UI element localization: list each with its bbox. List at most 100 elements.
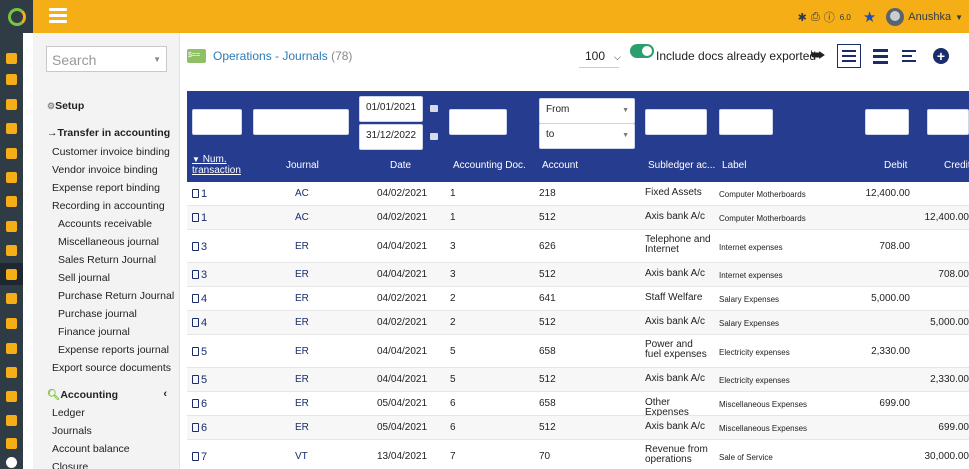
transaction-link[interactable]: 5 [192,346,207,358]
menu-item[interactable]: Customer invoice binding [52,146,170,158]
table-row[interactable]: 6 ER 05/04/2021 6 512 Axis bank A/c Miscellane… [187,416,969,440]
filter-account-from[interactable]: From ▼ [539,98,635,124]
menu-subitem[interactable]: Finance journal [58,326,130,338]
list-view-button[interactable] [837,44,861,68]
transaction-link[interactable]: 4 [192,317,207,329]
filter-journal[interactable] [253,109,349,135]
filter-credit[interactable] [927,109,969,135]
calendar-icon[interactable] [430,105,438,112]
chevron-down-icon[interactable]: ▼ [153,55,161,64]
menu-subitem[interactable]: Purchase journal [58,308,137,320]
table-row[interactable]: 5 ER 04/04/2021 5 658 Power and fuel expenses… [187,335,969,368]
filter-subledger[interactable] [645,109,707,135]
transaction-link[interactable]: 7 [192,451,207,463]
column-account[interactable]: Account [542,160,578,171]
filter-label[interactable] [719,109,773,135]
menu-item[interactable]: Expense report binding [52,182,160,194]
printer-icon[interactable]: ⎙ [811,11,820,24]
transaction-link[interactable]: 6 [192,422,207,434]
filter-date-from[interactable]: 01/01/2021 [359,96,423,122]
column-num-transaction[interactable]: ▼ Num. transaction [192,154,241,176]
table-row[interactable]: 7 VT 13/04/2021 7 70 Revenue from operations S… [187,440,969,469]
filter-date-to[interactable]: 31/12/2022 [359,124,423,150]
transaction-link[interactable]: 1 [192,188,207,200]
menu-subitem[interactable]: Sell journal [58,272,110,284]
column-date[interactable]: Date [390,160,411,171]
column-subledger[interactable]: Subledger ac... [648,160,715,171]
menu-search-input[interactable]: Search ▼ [46,46,167,72]
hamburger-menu-icon[interactable] [49,8,67,23]
menu-subitem[interactable]: Accounts receivable [58,218,152,230]
user-avatar[interactable] [886,8,905,26]
search-dollar-icon[interactable] [6,269,17,280]
chevron-left-icon[interactable]: ‹ [163,388,167,400]
sitemap-icon[interactable] [6,172,17,183]
chevron-left-icon[interactable]: ‹ [163,127,167,139]
menu-item[interactable]: Closure [52,461,88,469]
menu-item[interactable]: Export source documents [52,362,171,374]
transaction-link[interactable]: 6 [192,398,207,410]
menu-item[interactable]: Journals [52,425,92,437]
column-debit[interactable]: Debit [884,160,907,171]
user-tie-icon[interactable] [6,293,17,304]
menu-subitem[interactable]: Miscellaneous journal [58,236,159,248]
table-row[interactable]: 5 ER 04/04/2021 5 512 Axis bank A/c Electricit… [187,368,969,392]
filter-debit[interactable] [865,109,909,135]
wrench-icon[interactable] [6,391,17,402]
column-credit[interactable]: Credit [944,160,969,171]
help-icon[interactable]: ⓘ [824,9,835,25]
card-icon[interactable] [6,367,17,378]
user-name[interactable]: Anushka [908,11,951,23]
column-journal[interactable]: Journal [286,160,319,171]
cube-icon[interactable] [6,123,17,134]
table-row[interactable]: 3 ER 04/04/2021 3 626 Telephone and Internet I… [187,230,969,263]
transaction-link[interactable]: 3 [192,269,207,281]
app-logo[interactable] [0,0,33,33]
transaction-link[interactable]: 1 [192,212,207,224]
table-row[interactable]: 1 AC 04/02/2021 1 218 Fixed Assets Computer Mo… [187,182,969,206]
menu-setup[interactable]: ⚙Setup [47,100,84,112]
user-icon[interactable] [6,74,17,85]
gear-icon[interactable] [6,415,17,426]
menu-item[interactable]: Recording in accounting [52,200,165,212]
php-icon[interactable] [6,457,17,468]
add-button[interactable]: + [929,44,953,68]
transaction-link[interactable]: 3 [192,241,207,253]
table-row[interactable]: 4 ER 04/02/2021 2 641 Staff Welfare Salary Exp… [187,287,969,311]
column-label[interactable]: Label [722,160,746,171]
bookmark-star-icon[interactable]: ★ [863,8,876,26]
chevron-down-icon[interactable]: ▼ [955,13,963,22]
filter-accounting-doc[interactable] [449,109,507,135]
menu-item[interactable]: Ledger [52,407,85,419]
transaction-link[interactable]: 4 [192,293,207,305]
chart-icon[interactable] [6,438,17,449]
menu-subitem[interactable]: Sales Return Journal [58,254,156,266]
align-view-button[interactable] [897,44,921,68]
column-accounting-doc[interactable]: Accounting Doc. [453,160,526,171]
bug-icon[interactable]: ✱ [798,11,807,24]
menu-transfer-section[interactable]: →Transfer in accounting [47,127,170,139]
bank-icon[interactable] [6,245,17,256]
coins-icon[interactable] [6,221,17,232]
calendar-icon[interactable] [6,343,17,354]
menu-subitem[interactable]: Purchase Return Journal [58,290,174,302]
menu-accounting-section[interactable]: 🔍︎Accounting [47,388,118,401]
export-file-icon[interactable]: ⮩ [806,44,830,68]
page-limit-select[interactable]: 100 ⌵ [585,49,621,63]
table-row[interactable]: 4 ER 04/02/2021 2 512 Axis bank A/c Salary Exp… [187,311,969,335]
table-row[interactable]: 1 AC 04/02/2021 1 512 Axis bank A/c Computer M… [187,206,969,230]
calendar-icon[interactable] [430,133,438,140]
briefcase-icon[interactable] [6,196,17,207]
grouped-view-button[interactable] [868,44,892,68]
table-row[interactable]: 3 ER 04/04/2021 3 512 Axis bank A/c Internet e… [187,263,969,287]
menu-item[interactable]: Vendor invoice binding [52,164,158,176]
include-exported-toggle[interactable] [630,44,654,58]
table-row[interactable]: 6 ER 05/04/2021 6 658 Other Expenses Miscellan… [187,392,969,418]
home-icon[interactable] [6,53,17,64]
building-icon[interactable] [6,99,17,110]
menu-item[interactable]: Account balance [52,443,130,455]
folder-icon[interactable] [6,318,17,329]
handshake-icon[interactable] [6,148,17,159]
menu-subitem[interactable]: Expense reports journal [58,344,169,356]
filter-num[interactable] [192,109,242,135]
